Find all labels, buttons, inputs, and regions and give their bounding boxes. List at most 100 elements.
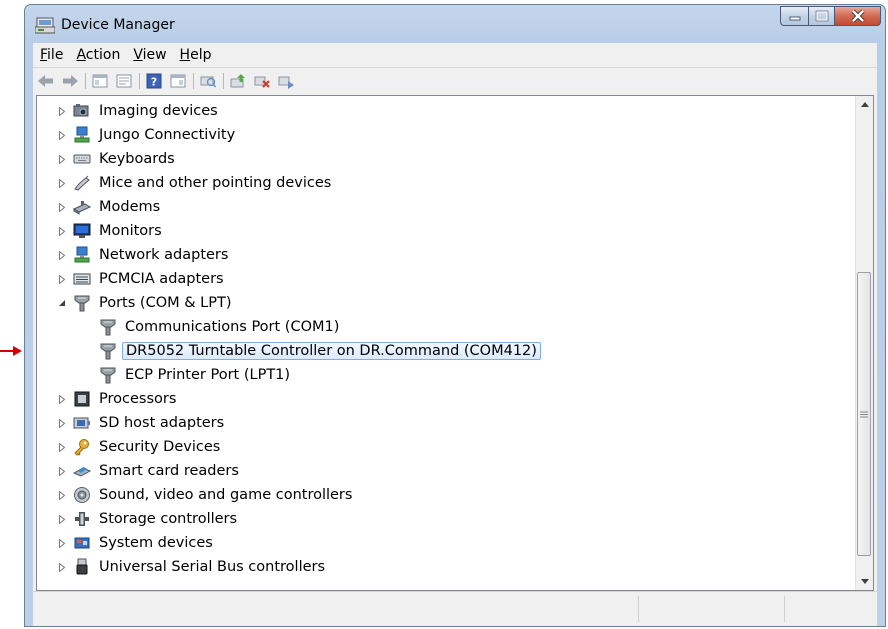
pcmcia-icon xyxy=(73,270,91,288)
expand-triangle-icon[interactable] xyxy=(57,106,67,116)
device-category[interactable]: Imaging devices xyxy=(73,99,221,123)
status-panel xyxy=(638,596,639,622)
status-bar xyxy=(33,591,877,626)
device-label: Monitors xyxy=(99,223,162,239)
scan-hardware-icon[interactable] xyxy=(199,73,217,89)
device-item[interactable]: ECP Printer Port (LPT1) xyxy=(99,363,293,387)
scrollbar-thumb[interactable] xyxy=(857,272,871,556)
forward-icon[interactable] xyxy=(61,73,79,89)
expand-triangle-icon[interactable] xyxy=(57,442,67,452)
device-label: Ports (COM & LPT) xyxy=(99,295,232,311)
collapse-triangle-icon[interactable] xyxy=(57,298,67,308)
smart-card-icon xyxy=(73,462,91,480)
system-device-icon xyxy=(73,534,91,552)
device-category[interactable]: Smart card readers xyxy=(73,459,242,483)
speaker-icon xyxy=(73,486,91,504)
expand-triangle-icon[interactable] xyxy=(57,154,67,164)
device-category[interactable]: Sound, video and game controllers xyxy=(73,483,355,507)
device-label: Mice and other pointing devices xyxy=(99,175,332,191)
title-bar[interactable]: Device Manager xyxy=(25,5,885,43)
expand-triangle-icon[interactable] xyxy=(57,130,67,140)
back-icon[interactable] xyxy=(37,73,55,89)
maximize-button[interactable] xyxy=(808,6,835,26)
expand-triangle-icon[interactable] xyxy=(57,178,67,188)
device-category[interactable]: Network adapters xyxy=(73,243,231,267)
toolbar-separator xyxy=(139,72,140,89)
device-label: Security Devices xyxy=(99,439,221,455)
expand-triangle-icon[interactable] xyxy=(57,394,67,404)
device-category[interactable]: Security Devices xyxy=(73,435,223,459)
device-category[interactable]: SD host adapters xyxy=(73,411,227,435)
device-category[interactable]: Processors xyxy=(73,387,179,411)
close-button[interactable] xyxy=(835,6,881,26)
expand-triangle-icon[interactable] xyxy=(57,538,67,548)
storage-controller-icon xyxy=(73,510,91,528)
device-label: Processors xyxy=(99,391,177,407)
device-label: System devices xyxy=(99,535,213,551)
device-category[interactable]: Storage controllers xyxy=(73,507,240,531)
svg-text:?: ? xyxy=(151,75,157,88)
expand-triangle-icon[interactable] xyxy=(57,202,67,212)
annotation-arrow xyxy=(0,346,22,356)
status-panel xyxy=(784,596,785,622)
device-category[interactable]: Keyboards xyxy=(73,147,178,171)
menu-view[interactable]: View xyxy=(127,47,172,63)
expand-triangle-icon[interactable] xyxy=(57,226,67,236)
mouse-icon xyxy=(73,174,91,192)
device-category[interactable]: Universal Serial Bus controllers xyxy=(73,555,328,579)
device-category[interactable]: Mice and other pointing devices xyxy=(73,171,334,195)
security-key-icon xyxy=(73,438,91,456)
device-label: Universal Serial Bus controllers xyxy=(99,559,326,575)
menu-help[interactable]: Help xyxy=(174,47,218,63)
device-item[interactable]: Communications Port (COM1) xyxy=(99,315,342,339)
device-label: Modems xyxy=(99,199,161,215)
device-category[interactable]: PCMCIA adapters xyxy=(73,267,227,291)
device-label: Communications Port (COM1) xyxy=(125,319,340,335)
device-category[interactable]: Monitors xyxy=(73,219,165,243)
expand-triangle-icon[interactable] xyxy=(57,418,67,428)
scroll-down-arrow[interactable] xyxy=(856,573,873,590)
help-icon[interactable]: ? xyxy=(145,73,163,89)
vertical-scrollbar[interactable] xyxy=(855,96,873,590)
toolbar-separator xyxy=(85,72,86,89)
port-icon xyxy=(99,318,117,336)
device-category[interactable]: System devices xyxy=(73,531,216,555)
expand-triangle-icon[interactable] xyxy=(57,562,67,572)
device-category[interactable]: Jungo Connectivity xyxy=(73,123,238,147)
device-label: DR5052 Turntable Controller on DR.Comman… xyxy=(122,342,541,360)
update-driver-icon[interactable] xyxy=(229,73,247,89)
client-area: File Action View Help ? Imaging devices Jung… xyxy=(33,43,877,626)
device-label: Storage controllers xyxy=(99,511,238,527)
network-device-icon xyxy=(73,126,91,144)
sd-adapter-icon xyxy=(73,414,91,432)
device-category[interactable]: Modems xyxy=(73,195,163,219)
show-hide-console-tree-icon[interactable] xyxy=(91,73,109,89)
uninstall-icon[interactable] xyxy=(253,73,271,89)
window-title: Device Manager xyxy=(61,17,175,33)
disable-icon[interactable] xyxy=(277,73,295,89)
expand-triangle-icon[interactable] xyxy=(57,514,67,524)
toolbar: ? xyxy=(33,67,877,93)
expand-triangle-icon[interactable] xyxy=(57,490,67,500)
device-manager-icon xyxy=(34,16,56,38)
show-action-pane-icon[interactable] xyxy=(169,73,187,89)
menu-file[interactable]: File xyxy=(34,47,69,63)
expand-triangle-icon[interactable] xyxy=(57,466,67,476)
device-item[interactable]: DR5052 Turntable Controller on DR.Comman… xyxy=(99,339,541,363)
scroll-up-arrow[interactable] xyxy=(856,96,873,113)
camera-icon xyxy=(73,102,91,120)
expand-triangle-icon[interactable] xyxy=(57,250,67,260)
device-label: Network adapters xyxy=(99,247,229,263)
minimize-button[interactable] xyxy=(780,6,808,26)
toolbar-separator xyxy=(193,72,194,89)
device-category[interactable]: Ports (COM & LPT) xyxy=(73,291,234,315)
modem-icon xyxy=(73,198,91,216)
expand-triangle-icon[interactable] xyxy=(57,274,67,284)
menu-bar: File Action View Help xyxy=(33,43,877,67)
device-tree[interactable]: Imaging devices Jungo Connectivity Keyboar… xyxy=(36,95,874,591)
monitor-icon xyxy=(73,222,91,240)
properties-icon[interactable] xyxy=(115,73,133,89)
toolbar-separator xyxy=(223,72,224,89)
menu-action[interactable]: Action xyxy=(70,47,126,63)
device-label: PCMCIA adapters xyxy=(99,271,224,287)
